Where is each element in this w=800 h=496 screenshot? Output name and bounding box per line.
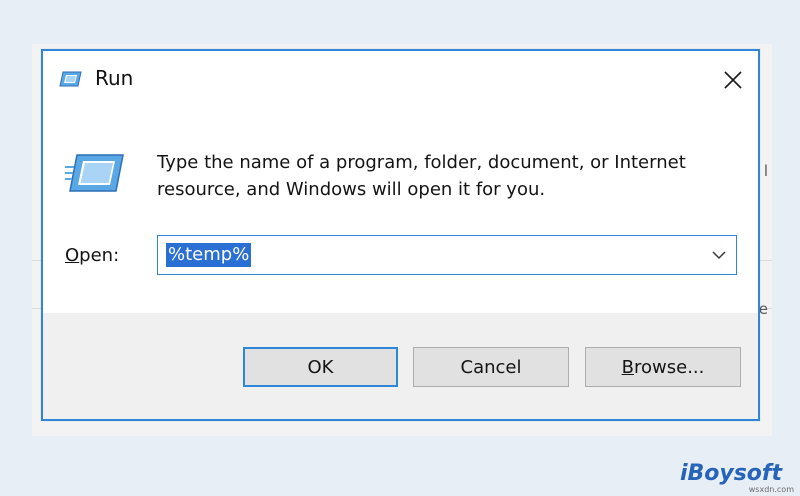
run-icon [59,71,82,87]
ok-button[interactable]: OK [243,347,398,387]
watermark: wsxdn.com [748,485,794,494]
open-combobox[interactable]: %temp% [157,235,737,275]
open-label: Open: [65,245,119,266]
button-bar: OK Cancel Browse... [43,313,758,419]
selected-text: %temp% [166,243,252,267]
close-icon [724,71,742,89]
run-icon [65,154,124,192]
browse-button-accelerator: B [621,356,634,378]
browse-button-label: rowse... [634,356,705,378]
run-dialog: Run Type the name of a program, folder, … [41,49,760,421]
brand-logo: iBoysoft [679,461,782,486]
ok-button-label: OK [307,356,334,378]
open-label-text: pen: [79,245,120,266]
title-bar[interactable]: Run [43,51,758,109]
cancel-button[interactable]: Cancel [413,347,569,387]
open-label-accelerator: O [65,245,80,266]
cancel-button-label: Cancel [460,356,522,378]
dialog-content: Type the name of a program, folder, docu… [43,109,758,313]
chevron-down-icon[interactable] [708,244,730,266]
instruction-text: Type the name of a program, folder, docu… [157,152,686,200]
close-button[interactable] [714,61,752,99]
browse-button[interactable]: Browse... [585,347,741,387]
window-title: Run [95,66,134,90]
